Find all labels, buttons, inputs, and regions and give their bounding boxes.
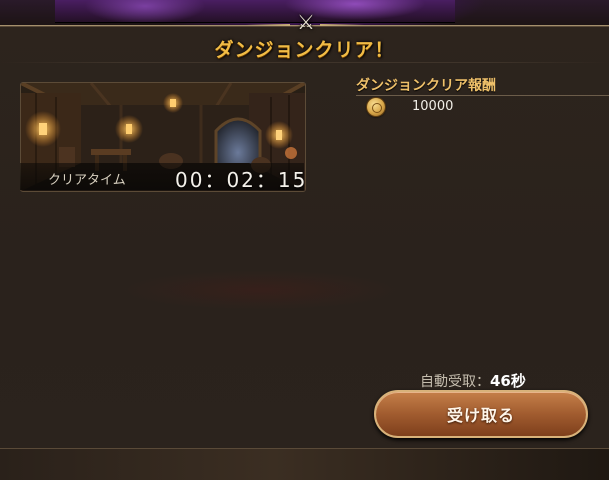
auto-receive-countdown: 46秒 [490,372,526,390]
auto-receive-timer: 自動受取：46秒 [420,370,526,391]
accept-button-label: 受け取る [446,406,515,425]
crossed-swords-icon: ⚔ [297,10,315,34]
page-title: ダンジョンクリア！ [214,39,395,61]
rewards-header: ダンジョンクリア報酬 [356,75,609,96]
accept-rewards-button[interactable]: 受け取る [374,390,588,438]
clear-time-value: 00：02：15 [175,168,308,192]
title-divider [0,62,609,63]
rewards-title: ダンジョンクリア報酬 [356,78,496,94]
crest-ornament-left [246,24,290,26]
gold-coin-icon [367,98,385,116]
magic-scenery-top [55,0,455,23]
crest-ornament-right [320,24,364,26]
background-glow [120,270,400,310]
clear-time-label: クリアタイム [48,173,126,188]
auto-receive-label: 自動受取： [420,374,490,390]
scenery-bottom [0,447,609,480]
reward-amount: 10000 [412,99,454,114]
